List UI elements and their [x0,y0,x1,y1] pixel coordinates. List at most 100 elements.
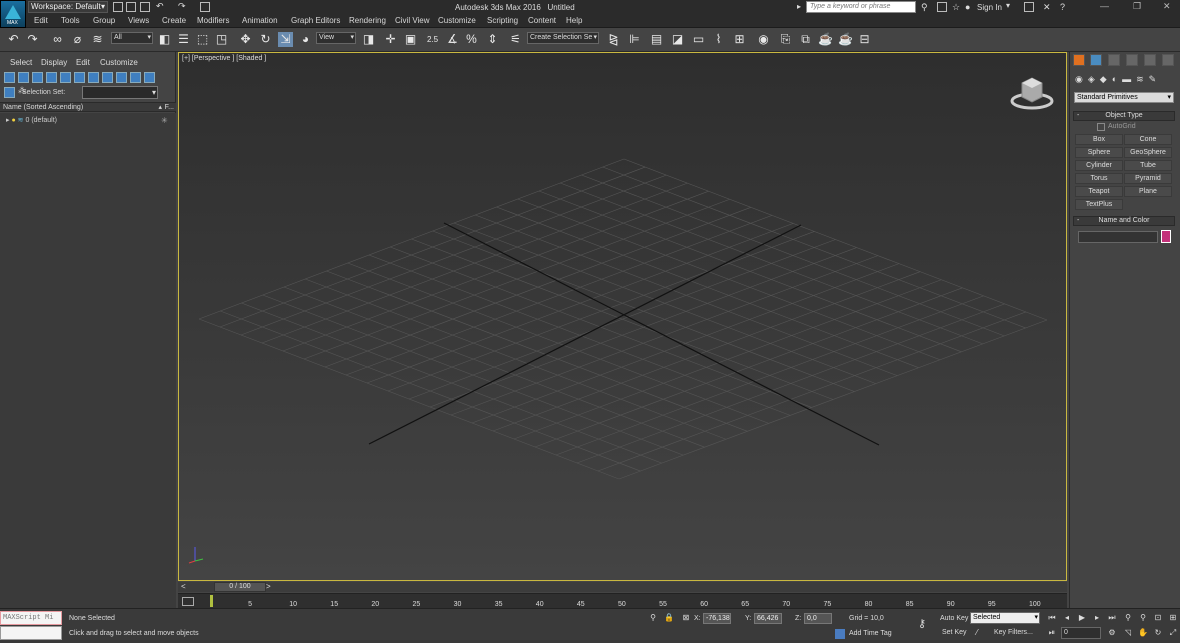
current-frame-field[interactable]: 0 [1061,627,1101,639]
selection-filter-dropdown[interactable]: All ▾ [111,32,153,44]
place-icon[interactable]: ◕ [298,32,313,47]
close-x-icon[interactable]: ✕ [1043,2,1053,12]
zoom-icon[interactable]: ⚲ [1123,613,1133,623]
a360-render-icon[interactable]: ⊟ [857,32,872,47]
new-file-icon[interactable] [113,2,123,12]
key-mode-dropdown[interactable]: Selected ▾ [970,612,1040,624]
menu-modifiers[interactable]: Modifiers [197,16,229,25]
y-coordinate-field[interactable]: 66,426 [754,613,782,624]
undo-icon[interactable]: ↶ [156,1,166,11]
percent-snap-icon[interactable]: % [464,32,479,47]
freeze-icon[interactable]: ✳ [161,116,168,125]
menu-animation[interactable]: Animation [242,16,278,25]
selection-set-dropdown[interactable]: ▾ [82,86,158,99]
motion-tab-icon[interactable] [1126,54,1138,66]
scene-explorer-icon[interactable]: ▤ [649,32,664,47]
display-geometry-icon[interactable] [4,72,15,83]
perspective-viewport[interactable]: [+] [Perspective ] [Shaded ] [178,52,1067,581]
align-icon[interactable]: ⊫ [627,32,642,47]
time-config-icon[interactable]: ⚙ [1107,628,1117,638]
light-bulb-icon[interactable]: ● [11,117,15,124]
display-particles-icon[interactable] [130,72,141,83]
object-color-swatch[interactable] [1161,230,1171,243]
tab-customize[interactable]: Customize [100,58,138,67]
schematic-view-icon[interactable]: ⊞ [732,32,747,47]
rect-selection-icon[interactable]: ⬚ [195,32,210,47]
menu-scripting[interactable]: Scripting [487,16,518,25]
search-input[interactable]: Type a keyword or phrase [806,1,916,13]
add-time-tag-icon[interactable] [835,629,845,639]
viewcube[interactable] [1009,73,1055,113]
user-icon[interactable]: ● [965,2,975,12]
display-warps-icon[interactable] [74,72,85,83]
pivot-center-icon[interactable]: ◨ [361,32,376,47]
next-frame-arrow-icon[interactable]: > [266,582,271,591]
mini-curve-editor-icon[interactable] [182,597,194,606]
zoom-extents-icon[interactable]: ⊡ [1153,613,1163,623]
app-logo[interactable]: MAX [0,0,26,28]
snap-toggle-icon[interactable]: 2.5 [425,32,440,47]
render-setup-icon[interactable]: ⎘ [778,32,793,47]
time-marker[interactable] [210,595,213,607]
maximize-icon[interactable]: ❐ [1133,1,1141,12]
bind-space-warp-icon[interactable]: ≋ [90,32,105,47]
selection-lock-icon[interactable]: 🔒 [664,613,674,623]
category-dropdown[interactable]: Standard Primitives ▾ [1074,92,1174,103]
list-item[interactable]: ▸ ● ≋ 0 (default) [6,116,57,124]
rendered-frame-icon[interactable]: ⧉ [798,32,813,47]
chevron-down-icon[interactable]: ▾ [1006,1,1010,10]
add-time-tag-button[interactable]: Add Time Tag [849,630,892,637]
geosphere-button[interactable]: GeoSphere [1124,147,1172,158]
spinner-snap-icon[interactable]: ⇕ [485,32,500,47]
auto-key-button[interactable]: Auto Key [940,615,968,622]
project-folder-icon[interactable] [200,2,210,12]
orbit-icon[interactable]: ↻ [1153,628,1163,638]
save-icon[interactable] [140,2,150,12]
ribbon-toggle-icon[interactable]: ▭ [691,32,706,47]
track-bar[interactable]: 5 10 15 20 25 30 35 40 45 50 55 60 65 70 75 80 85 90 95 100 [178,593,1067,608]
maxscript-listener[interactable]: MAXScript Mi [0,611,62,625]
z-coordinate-field[interactable]: 0,0 [804,613,832,624]
prev-frame-arrow-icon[interactable]: < [181,582,186,591]
menu-help[interactable]: Help [566,16,582,25]
cone-button[interactable]: Cone [1124,134,1172,145]
render-production-icon[interactable]: ☕ [818,32,833,47]
open-file-icon[interactable] [126,2,136,12]
time-slider[interactable]: < 0 / 100 > [178,582,1067,592]
redo-icon[interactable]: ↷ [25,32,40,47]
display-all-icon[interactable] [144,72,155,83]
torus-button[interactable]: Torus [1075,173,1123,184]
tab-edit[interactable]: Edit [76,58,90,67]
set-key-icon[interactable]: ⚷ [917,619,927,630]
go-to-start-icon[interactable]: ⏮ [1047,613,1057,623]
plane-button[interactable]: Plane [1124,186,1172,197]
key-filters-button[interactable]: Key Filters... [994,629,1033,636]
named-selection-dropdown[interactable]: Create Selection Se ▾ [527,32,599,44]
select-manipulate-icon[interactable]: ✛ [383,32,398,47]
maximize-viewport-icon[interactable]: ⤢ [1168,628,1178,638]
menu-graph-editors[interactable]: Graph Editors [291,16,340,25]
reference-coord-dropdown[interactable]: View ▾ [316,32,356,44]
display-bones-icon[interactable] [116,72,127,83]
menu-civil-view[interactable]: Civil View [395,16,430,25]
layer-explorer-icon[interactable]: ◪ [670,32,685,47]
field-of-view-icon[interactable]: ◹ [1123,628,1133,638]
undo-icon[interactable]: ↶ [6,32,21,47]
create-tab-icon[interactable] [1073,54,1085,66]
go-to-end-icon[interactable]: ⏭ [1107,613,1117,623]
scale-icon[interactable]: ⇲ [278,32,293,47]
render-iterative-icon[interactable]: ☕ [838,32,853,47]
window-crossing-icon[interactable]: ◳ [214,32,229,47]
workspace-dropdown[interactable]: Workspace: Default ▾ [28,1,108,13]
expand-arrow-icon[interactable]: ▸ [6,117,10,124]
maxscript-output[interactable] [0,626,62,640]
teapot-button[interactable]: Teapot [1075,186,1123,197]
display-cameras-icon[interactable] [46,72,57,83]
x-coordinate-field[interactable]: -76,138 [703,613,731,624]
sign-in-button[interactable]: Sign In [977,3,1002,12]
zoom-extents-all-icon[interactable]: ⊞ [1168,613,1178,623]
curve-editor-icon[interactable]: ⌇ [711,32,726,47]
favorites-icon[interactable]: ☆ [952,2,962,12]
list-header[interactable]: Name (Sorted Ascending) ▴ F... [0,102,176,112]
display-groups-icon[interactable] [88,72,99,83]
